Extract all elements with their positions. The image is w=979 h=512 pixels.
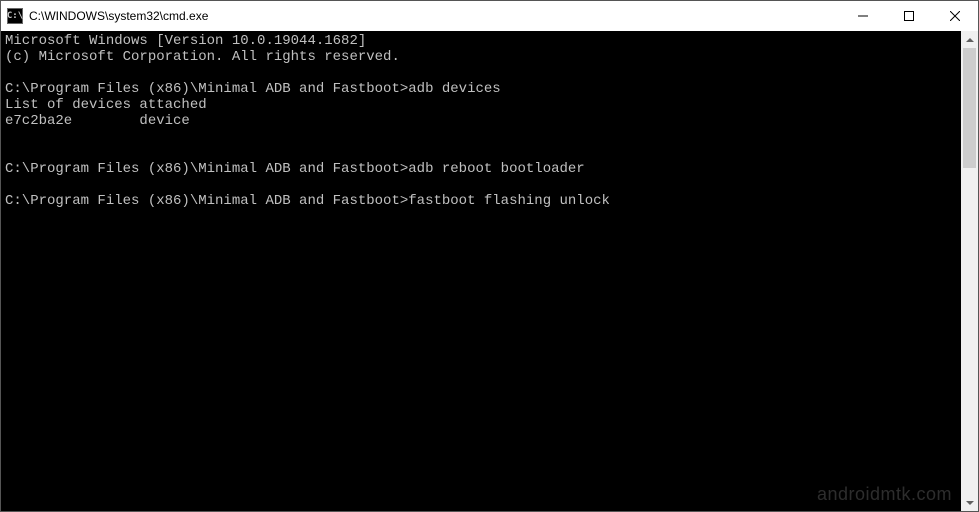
chevron-up-icon	[966, 38, 974, 42]
minimize-button[interactable]	[840, 1, 886, 31]
minimize-icon	[858, 11, 868, 21]
window-title: C:\WINDOWS\system32\cmd.exe	[29, 9, 840, 23]
cmd-icon: C:\	[7, 8, 23, 24]
terminal-line: C:\Program Files (x86)\Minimal ADB and F…	[5, 161, 957, 177]
terminal-area: Microsoft Windows [Version 10.0.19044.16…	[1, 31, 978, 511]
terminal-line: C:\Program Files (x86)\Minimal ADB and F…	[5, 81, 957, 97]
scroll-down-button[interactable]	[961, 494, 978, 511]
close-icon	[950, 11, 960, 21]
scroll-up-button[interactable]	[961, 31, 978, 48]
terminal-output[interactable]: Microsoft Windows [Version 10.0.19044.16…	[1, 31, 961, 511]
cmd-window: C:\ C:\WINDOWS\system32\cmd.exe Microsof…	[0, 0, 979, 512]
close-button[interactable]	[932, 1, 978, 31]
titlebar[interactable]: C:\ C:\WINDOWS\system32\cmd.exe	[1, 1, 978, 31]
terminal-line: (c) Microsoft Corporation. All rights re…	[5, 49, 957, 65]
scroll-track[interactable]	[961, 48, 978, 494]
maximize-icon	[904, 11, 914, 21]
terminal-line	[5, 177, 957, 193]
terminal-line: Microsoft Windows [Version 10.0.19044.16…	[5, 33, 957, 49]
terminal-line: C:\Program Files (x86)\Minimal ADB and F…	[5, 193, 957, 209]
terminal-line: List of devices attached	[5, 97, 957, 113]
scroll-thumb[interactable]	[963, 48, 976, 168]
window-controls	[840, 1, 978, 31]
terminal-line: e7c2ba2e device	[5, 113, 957, 129]
terminal-line	[5, 65, 957, 81]
terminal-line	[5, 145, 957, 161]
maximize-button[interactable]	[886, 1, 932, 31]
chevron-down-icon	[966, 501, 974, 505]
scrollbar[interactable]	[961, 31, 978, 511]
terminal-line	[5, 129, 957, 145]
